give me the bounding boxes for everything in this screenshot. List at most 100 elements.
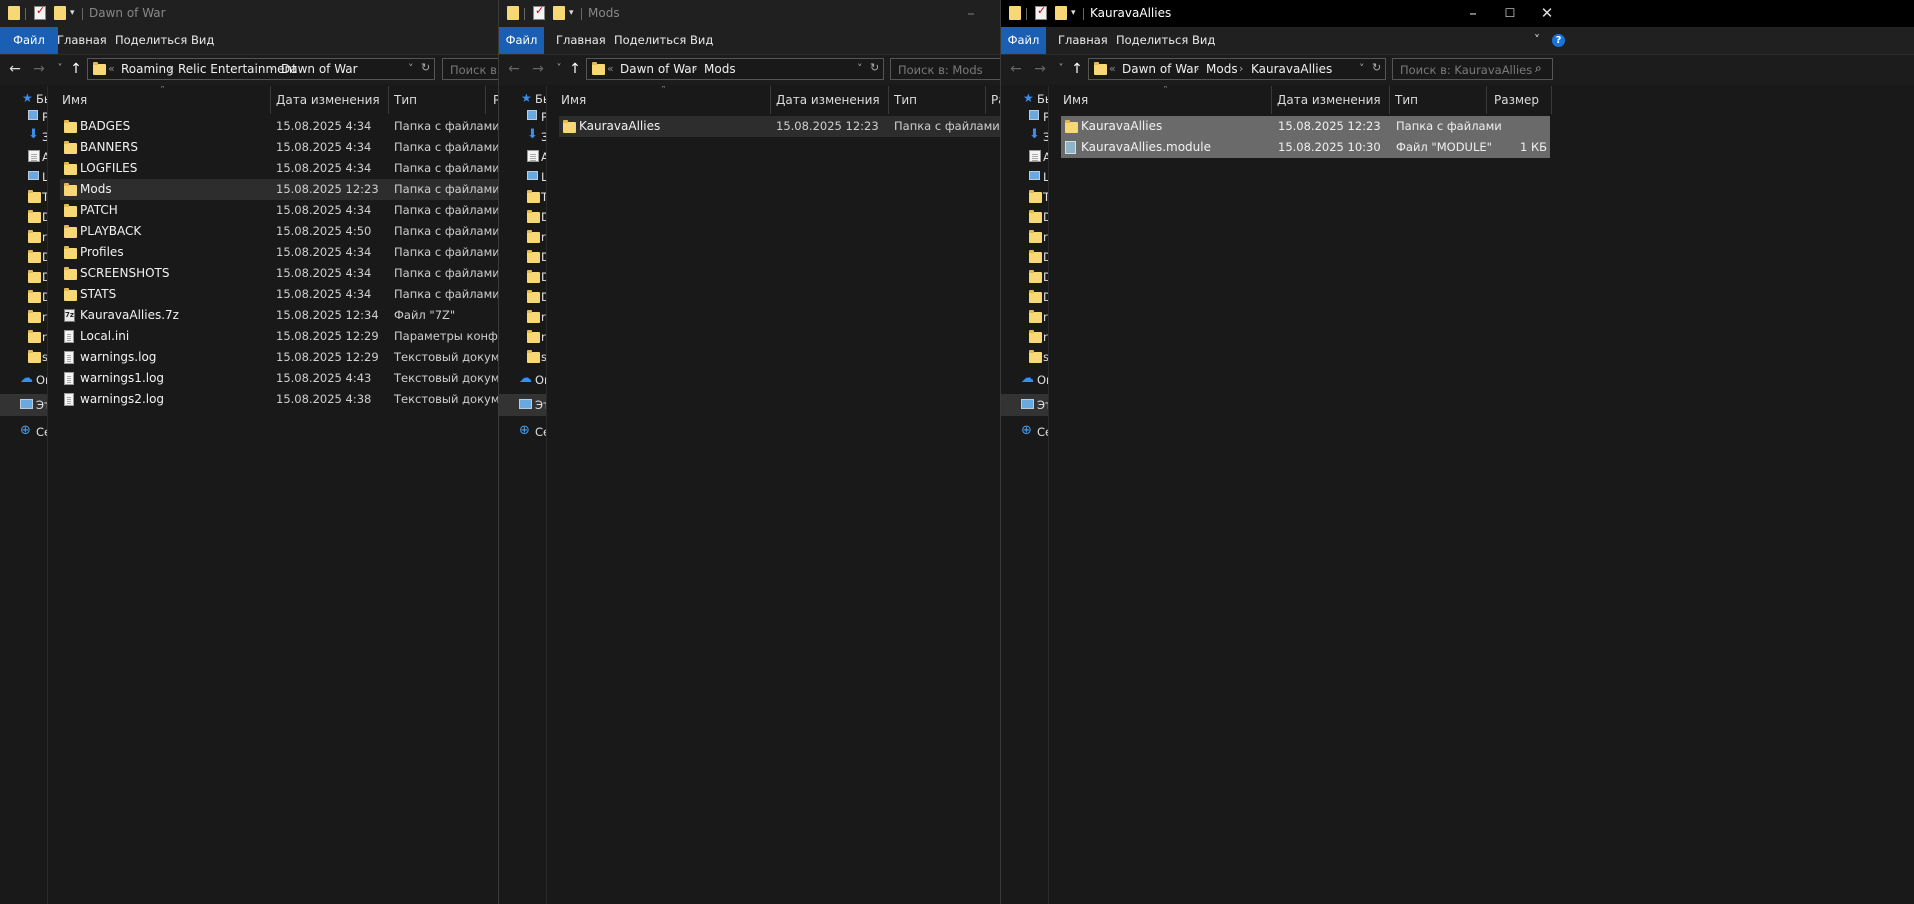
sidebar-item-folder[interactable]: D [0, 266, 47, 288]
sidebar-item-folder[interactable]: D [1001, 266, 1048, 288]
sidebar-item-folder[interactable]: D [499, 206, 546, 228]
column-type[interactable]: Тип [394, 93, 417, 107]
file-row[interactable]: warnings2.log 15.08.2025 4:38 Текстовый до… [60, 389, 498, 410]
sidebar-item-this-pc[interactable]: Эт [0, 394, 47, 416]
back-arrow-icon[interactable]: ← [1008, 61, 1024, 77]
forward-arrow-icon[interactable]: → [1032, 61, 1048, 77]
column-divider[interactable] [770, 86, 771, 114]
sidebar-item-pinned[interactable]: Р [0, 106, 47, 128]
breadcrumb-item[interactable]: Dawn of War [1122, 62, 1199, 76]
sidebar-item-folder[interactable]: D [1001, 246, 1048, 268]
sidebar-item-folder[interactable]: r [499, 326, 546, 348]
column-divider[interactable] [270, 86, 271, 114]
file-row[interactable]: KauravaAllies 15.08.2025 12:23 Папка с фай… [1061, 116, 1550, 137]
address-dropdown-chevron-icon[interactable]: ˅ [1359, 62, 1365, 75]
sidebar-item-folder[interactable]: D [0, 206, 47, 228]
file-row[interactable]: PLAYBACK 15.08.2025 4:50 Папка с файлами [60, 221, 498, 242]
column-type[interactable]: Тип [1395, 93, 1418, 107]
sidebar-item-pinned[interactable]: Р [499, 106, 546, 128]
tab-share[interactable]: Поделиться [1116, 27, 1188, 54]
sidebar-item-onedrive[interactable]: ☁On [1001, 369, 1048, 391]
address-bar[interactable]: « Dawn of War › Mods ˅ ↻ [586, 58, 884, 80]
sidebar-item-folder[interactable]: D [499, 246, 546, 268]
overflow-chevron-icon[interactable]: « [108, 62, 115, 75]
sidebar-item-folder[interactable]: D [0, 246, 47, 268]
overflow-chevron-icon[interactable]: « [1109, 62, 1116, 75]
address-bar[interactable]: « Dawn of War › Mods › KauravaAllies ˅ ↻ [1088, 58, 1386, 80]
column-size[interactable]: Ра [991, 93, 1000, 107]
sidebar-item-folder[interactable]: r [1001, 226, 1048, 248]
up-arrow-icon[interactable]: ↑ [68, 61, 84, 77]
sidebar-item-folder[interactable]: s [499, 346, 546, 368]
column-name[interactable]: Имя [561, 93, 586, 107]
file-row[interactable]: KauravaAllies 15.08.2025 12:23 Папка с фай… [559, 116, 1000, 137]
search-input[interactable]: Поиск в: KauravaAllies ⌕ [1392, 58, 1553, 80]
overflow-chevron-icon[interactable]: « [607, 62, 614, 75]
file-row[interactable]: Local.ini 15.08.2025 12:29 Параметры конф.… [60, 326, 498, 347]
column-divider[interactable] [1271, 86, 1272, 114]
up-arrow-icon[interactable]: ↑ [567, 61, 583, 77]
sidebar-item-folder[interactable]: s [1001, 346, 1048, 368]
column-date-modified[interactable]: Дата изменения [276, 93, 380, 107]
breadcrumb-item[interactable]: Mods [1206, 62, 1238, 76]
chevron-right-icon[interactable]: › [693, 62, 697, 75]
search-input[interactable]: Поиск в: Mods [890, 58, 1000, 80]
sidebar-item-downloads[interactable]: ⬇ З [0, 126, 47, 148]
file-row[interactable]: Mods 15.08.2025 12:23 Папка с файлами [60, 179, 498, 200]
sidebar-item-pictures[interactable]: L [0, 166, 47, 188]
new-folder-icon[interactable] [1055, 6, 1067, 20]
sidebar-item-folder[interactable]: r [499, 306, 546, 328]
column-divider[interactable] [388, 86, 389, 114]
file-row[interactable]: KauravaAllies.7z 15.08.2025 12:34 Файл "7Z… [60, 305, 498, 326]
refresh-icon[interactable]: ↻ [1372, 61, 1381, 74]
column-divider[interactable] [1389, 86, 1390, 114]
tab-view[interactable]: Вид [191, 27, 214, 54]
close-icon[interactable]: ✕ [1525, 0, 1569, 27]
file-row[interactable]: PATCH 15.08.2025 4:34 Папка с файлами [60, 200, 498, 221]
column-type[interactable]: Тип [894, 93, 917, 107]
sidebar-item-onedrive[interactable]: ☁On [0, 369, 47, 391]
sidebar-item-folder[interactable]: Т [0, 186, 47, 208]
sidebar-item-folder[interactable]: D [0, 286, 47, 308]
forward-arrow-icon[interactable]: → [31, 61, 47, 77]
breadcrumb-item[interactable]: KauravaAllies [1251, 62, 1332, 76]
file-row[interactable]: warnings.log 15.08.2025 12:29 Текстовый до… [60, 347, 498, 368]
sidebar-item-documents[interactable]: А [1001, 146, 1048, 168]
help-icon[interactable]: ? [1552, 34, 1565, 47]
chevron-right-icon[interactable]: › [1195, 62, 1199, 75]
expand-ribbon-chevron-icon[interactable]: ˅ [1534, 33, 1540, 47]
sidebar-item-downloads[interactable]: ⬇З [499, 126, 546, 148]
sidebar-item-folder[interactable]: D [499, 286, 546, 308]
file-row[interactable]: Profiles 15.08.2025 4:34 Папка с файлами [60, 242, 498, 263]
sidebar-item-this-pc[interactable]: Эт [499, 394, 546, 416]
file-row[interactable]: BANNERS 15.08.2025 4:34 Папка с файлами [60, 137, 498, 158]
sidebar-item-folder[interactable]: r [499, 226, 546, 248]
recent-locations-chevron-icon[interactable]: ˅ [551, 61, 567, 77]
sidebar-item-documents[interactable]: А [499, 146, 546, 168]
file-row[interactable]: SCREENSHOTS 15.08.2025 4:34 Папка с файлам… [60, 263, 498, 284]
new-folder-icon[interactable] [553, 6, 565, 20]
tab-view[interactable]: Вид [1192, 27, 1215, 54]
sidebar-item-network[interactable]: ⊕ Се [499, 421, 546, 443]
sidebar-item-pictures[interactable]: L [499, 166, 546, 188]
breadcrumb-item[interactable]: Mods [704, 62, 736, 76]
sidebar-item-folder[interactable]: D [1001, 206, 1048, 228]
search-icon[interactable]: ⌕ [1535, 61, 1542, 76]
properties-icon[interactable] [34, 4, 46, 20]
tab-home[interactable]: Главная [556, 27, 606, 54]
address-bar[interactable]: « Roaming › Relic Entertainment › Dawn o… [87, 58, 435, 80]
column-divider[interactable] [985, 86, 986, 114]
minimize-icon[interactable]: – [949, 0, 993, 27]
forward-arrow-icon[interactable]: → [530, 61, 546, 77]
tab-file[interactable]: Файл [0, 27, 58, 54]
column-size[interactable]: Размер [1494, 93, 1539, 107]
tab-share[interactable]: Поделиться [614, 27, 686, 54]
sidebar-item-pinned[interactable]: Р [1001, 106, 1048, 128]
chevron-down-icon[interactable]: ▾ [70, 8, 75, 18]
address-dropdown-chevron-icon[interactable]: ˅ [408, 62, 414, 75]
recent-locations-chevron-icon[interactable]: ˅ [52, 61, 68, 77]
sidebar-item-folder[interactable]: Т [1001, 186, 1048, 208]
sidebar-item-folder[interactable]: r [0, 306, 47, 328]
breadcrumb-item[interactable]: Dawn of War [281, 62, 358, 76]
tab-file[interactable]: Файл [1001, 27, 1046, 54]
